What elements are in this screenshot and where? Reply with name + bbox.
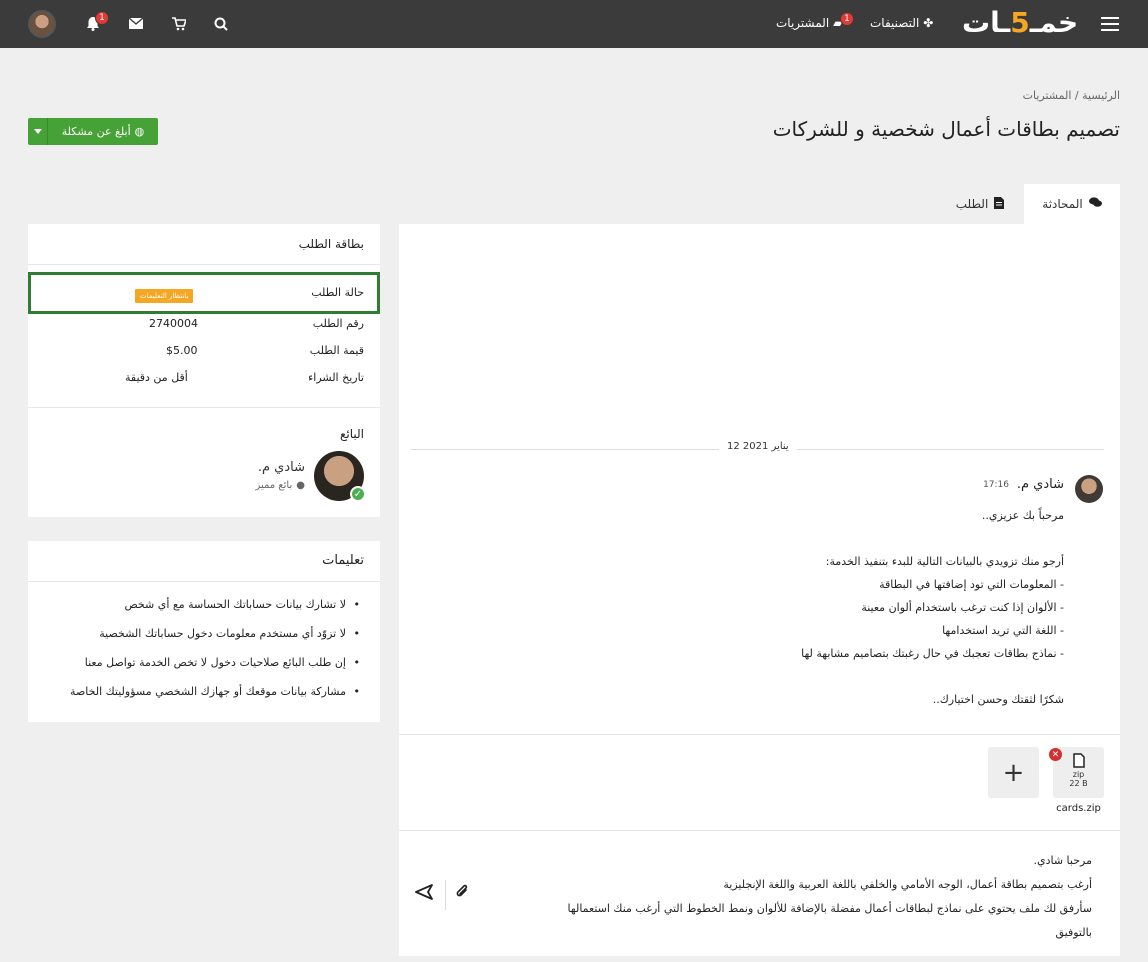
tab-order[interactable]: الطلب bbox=[940, 184, 1020, 224]
verified-check-icon: ✓ bbox=[350, 486, 366, 502]
composer-separator bbox=[445, 880, 446, 910]
instructions-card: تعليمات لا تشارك بيانات حساباتك الحساسة … bbox=[28, 541, 380, 722]
seller-label: البائع bbox=[340, 427, 364, 441]
purchase-date-value: أقل من دقيقة bbox=[125, 371, 188, 384]
order-card-divider bbox=[28, 264, 380, 265]
tab-conversation[interactable]: المحادثة bbox=[1024, 184, 1120, 224]
breadcrumb: الرئيسية / المشتريات bbox=[1023, 89, 1120, 102]
globe-icon: ◍ bbox=[134, 125, 145, 138]
nav-purchases[interactable]: ▰ المشتريات bbox=[776, 16, 842, 30]
instruction-item: مشاركة بيانات موقعك أو جهازك الشخصي مسؤو… bbox=[70, 685, 360, 714]
order-price-value: $5.00 bbox=[166, 344, 198, 357]
order-card-title: بطاقة الطلب bbox=[298, 237, 364, 251]
notifications-badge: 1 bbox=[95, 11, 109, 25]
order-status-row: حالة الطلب بانتظار التعليمات bbox=[28, 272, 380, 314]
message-line: - اللغة التي تريد استخدامها bbox=[942, 624, 1064, 637]
tab-order-label: الطلب bbox=[955, 197, 989, 211]
dropdown-caret-icon[interactable] bbox=[28, 118, 48, 145]
message-line bbox=[464, 527, 1064, 550]
send-icon[interactable] bbox=[415, 884, 433, 905]
envelope-icon[interactable] bbox=[129, 18, 143, 29]
order-number-value: 2740004 bbox=[149, 317, 198, 330]
reply-divider bbox=[399, 830, 1120, 831]
reply-textarea[interactable]: مرحبا شادي. أرغب بتصميم بطاقة أعمال، الو… bbox=[492, 849, 1092, 945]
message-line: أرجو منك تزويدي بالبيانات التالية للبدء … bbox=[825, 555, 1064, 568]
message-author-avatar[interactable] bbox=[1075, 475, 1103, 503]
attachment-ext: zip bbox=[1072, 770, 1085, 779]
report-problem-label: أبلغ عن مشكلة bbox=[61, 125, 131, 138]
instruction-item: لا تزوّد أي مستخدم معلومات دخول حساباتك … bbox=[70, 627, 360, 656]
seller-name[interactable]: شادي م. bbox=[258, 460, 305, 475]
instruction-item: إن طلب البائع صلاحيات دخول لا تخص الخدمة… bbox=[70, 656, 360, 685]
message-line: مرحباً بك عزيزي.. bbox=[981, 509, 1064, 522]
nav-categories-label: التصنيفات bbox=[870, 16, 920, 30]
instructions-divider bbox=[28, 581, 380, 582]
site-logo[interactable]: خمـ5ـات bbox=[962, 6, 1078, 39]
message-body: مرحباً بك عزيزي.. أرجو منك تزويدي بالبيا… bbox=[464, 504, 1064, 711]
composer-divider bbox=[399, 734, 1120, 735]
seller-section: البائع ✓ شادي م. ● بائع مميز bbox=[28, 407, 380, 517]
chat-panel: 12 يناير 2021 شادي م. 17:16 مرحباً بك عز… bbox=[399, 224, 1120, 956]
comments-icon bbox=[1088, 197, 1102, 211]
user-avatar[interactable] bbox=[28, 10, 56, 38]
message-line: - نماذج بطاقات تعجبك في حال رغبتك بتصامي… bbox=[801, 647, 1064, 660]
purchases-badge: 1 bbox=[840, 12, 854, 26]
nav-categories[interactable]: ✤ التصنيفات bbox=[870, 16, 933, 30]
date-label: 12 يناير 2021 bbox=[719, 441, 797, 452]
seller-level: ● بائع مميز bbox=[255, 480, 305, 491]
breadcrumb-current[interactable]: المشتريات bbox=[1023, 89, 1072, 102]
status-label: حالة الطلب bbox=[311, 286, 364, 299]
attachment-size: 22 B bbox=[1069, 779, 1088, 788]
attachment-name: cards.zip bbox=[1056, 803, 1101, 814]
reply-line: مرحبا شادي. bbox=[1033, 854, 1092, 867]
tab-conversation-label: المحادثة bbox=[1042, 197, 1083, 211]
cart-icon[interactable] bbox=[172, 17, 186, 31]
breadcrumb-separator: / bbox=[1074, 89, 1079, 102]
breadcrumb-home[interactable]: الرئيسية bbox=[1082, 89, 1120, 102]
instruction-item: لا تشارك بيانات حساباتك الحساسة مع أي شخ… bbox=[70, 598, 360, 627]
seller-level-label: بائع مميز bbox=[255, 480, 293, 491]
reply-line: بالتوفيق bbox=[1055, 926, 1092, 939]
message-author-name[interactable]: شادي م. bbox=[1017, 477, 1064, 492]
reply-line: أرغب بتصميم بطاقة أعمال، الوجه الأمامي و… bbox=[723, 878, 1092, 891]
nav-purchases-label: المشتريات bbox=[776, 16, 830, 30]
message-line bbox=[464, 665, 1064, 688]
search-icon[interactable] bbox=[214, 17, 228, 31]
add-attachment-button[interactable]: + bbox=[988, 747, 1039, 798]
user-icon: ● bbox=[296, 480, 305, 491]
purchase-date-label: تاريخ الشراء bbox=[308, 371, 364, 384]
order-number-label: رقم الطلب bbox=[312, 317, 364, 330]
page-title: تصميم بطاقات أعمال شخصية و للشركات bbox=[772, 117, 1120, 141]
report-problem-button[interactable]: ◍ أبلغ عن مشكلة bbox=[28, 118, 158, 145]
top-navbar: خمـ5ـات ✤ التصنيفات ▰ المشتريات 1 1 bbox=[0, 0, 1148, 48]
categories-icon: ✤ bbox=[923, 16, 934, 30]
instructions-list: لا تشارك بيانات حساباتك الحساسة مع أي شخ… bbox=[70, 598, 360, 714]
message-line: - المعلومات التي تود إضافتها في البطاقة bbox=[879, 578, 1064, 591]
paperclip-icon[interactable] bbox=[455, 884, 469, 904]
message-time: 17:16 bbox=[983, 480, 1009, 490]
message-line: شكرًا لثقتك وحسن اختيارك.. bbox=[932, 693, 1064, 706]
reply-line: سأرفق لك ملف يحتوي على نماذج لبطاقات أعم… bbox=[567, 902, 1092, 915]
order-card: بطاقة الطلب حالة الطلب بانتظار التعليمات… bbox=[28, 224, 380, 517]
menu-icon[interactable] bbox=[1101, 16, 1121, 32]
remove-attachment-icon[interactable]: ✕ bbox=[1049, 748, 1062, 761]
status-badge: بانتظار التعليمات bbox=[135, 289, 194, 303]
order-price-label: قيمة الطلب bbox=[309, 344, 364, 357]
message-line: - الألوان إذا كنت ترغب باستخدام ألوان مع… bbox=[861, 601, 1064, 614]
instructions-title: تعليمات bbox=[322, 553, 364, 568]
file-icon bbox=[994, 196, 1005, 212]
